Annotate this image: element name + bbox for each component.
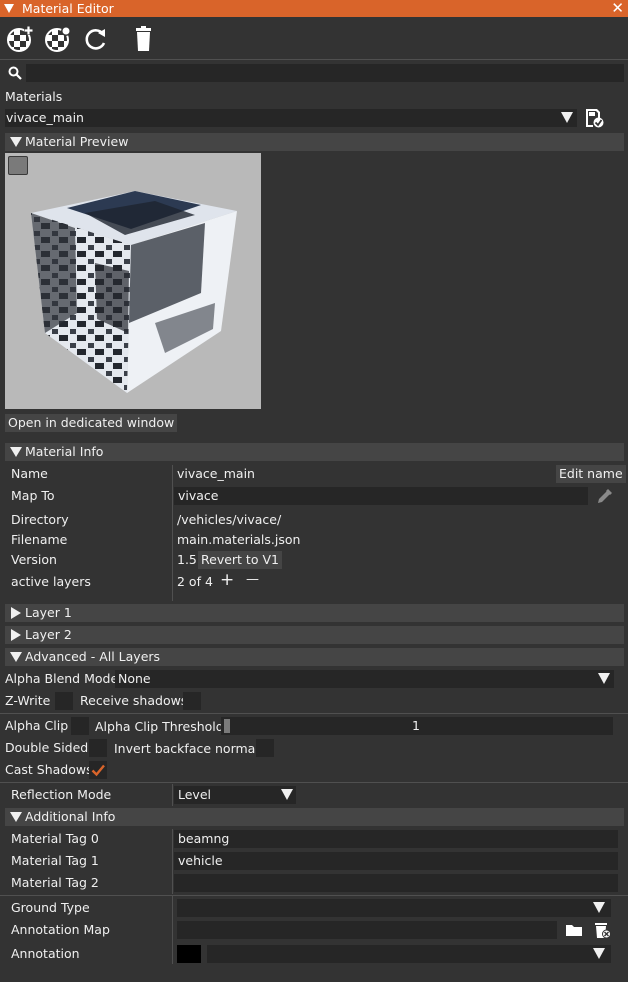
receive-shadows-label: Receive shadows (80, 693, 188, 708)
directory-value: /vehicles/vivace/ (177, 512, 282, 527)
save-file-icon[interactable] (584, 108, 604, 128)
filename-value: main.materials.json (177, 532, 301, 547)
eyedropper-icon[interactable] (596, 487, 614, 505)
materials-dropdown[interactable]: vivace_main (5, 109, 577, 127)
filename-label: Filename (11, 532, 68, 547)
open-dedicated-window-button[interactable]: Open in dedicated window (5, 414, 178, 432)
clone-material-icon[interactable] (44, 25, 72, 53)
zwrite-label: Z-Write (5, 693, 51, 708)
collapse-arrow-icon (10, 812, 22, 822)
alpha-clip-checkbox[interactable] (71, 717, 89, 735)
material-info-header[interactable]: Material Info (5, 443, 624, 461)
map-to-value: vivace (178, 488, 219, 503)
material-preview-header[interactable]: Material Preview (5, 133, 624, 151)
active-layers-value: 2 of 4 (177, 574, 213, 589)
close-icon[interactable]: ✕ (611, 0, 624, 17)
collapse-arrow-icon (10, 137, 22, 147)
chevron-down-icon (593, 902, 605, 913)
invert-backface-checkbox[interactable] (256, 739, 274, 757)
reflection-mode-dropdown[interactable]: Level (174, 786, 296, 804)
invert-backface-label: Invert backface normals (114, 741, 266, 756)
additional-info-title: Additional Info (25, 809, 116, 824)
remove-layer-button[interactable]: — (246, 572, 259, 587)
alpha-clip-threshold-value: 1 (412, 718, 420, 733)
material-tag-0-input[interactable]: beamng (174, 830, 618, 848)
cube-preview (31, 191, 237, 393)
map-to-label: Map To (11, 488, 55, 503)
version-value: 1.5 (177, 552, 197, 567)
double-sided-label: Double Sided (5, 740, 89, 755)
chevron-down-icon (561, 112, 573, 123)
alpha-blend-mode-value: None (118, 671, 151, 686)
material-tag-1-value: vehicle (178, 853, 223, 868)
advanced-header[interactable]: Advanced - All Layers (5, 648, 624, 666)
map-to-input[interactable]: vivace (174, 487, 588, 505)
ground-type-dropdown[interactable] (177, 899, 611, 917)
collapse-window-icon[interactable] (4, 4, 14, 13)
layer-1-header[interactable]: Layer 1 (5, 604, 624, 622)
annotation-dropdown[interactable] (207, 945, 611, 963)
expand-arrow-icon (11, 629, 21, 641)
refresh-icon[interactable] (82, 25, 110, 53)
material-tag-2-input[interactable] (174, 874, 618, 892)
layer-2-header[interactable]: Layer 2 (5, 626, 624, 644)
search-icon (8, 66, 22, 80)
material-preview-title: Material Preview (25, 134, 129, 149)
alpha-clip-label: Alpha Clip (5, 718, 69, 733)
alpha-clip-threshold-slider[interactable]: 1 (221, 717, 613, 735)
double-sided-checkbox[interactable] (89, 739, 107, 757)
window-title: Material Editor (22, 1, 114, 16)
material-tag-2-label: Material Tag 2 (11, 875, 99, 890)
material-preview-image[interactable] (5, 153, 261, 409)
active-layers-label: active layers (11, 574, 91, 589)
annotation-label: Annotation (11, 946, 80, 961)
reflection-mode-value: Level (178, 787, 211, 802)
expand-arrow-icon (11, 607, 21, 619)
search-input[interactable] (26, 64, 624, 82)
folder-icon[interactable] (565, 922, 583, 938)
collapse-arrow-icon (10, 652, 22, 662)
annotation-map-label: Annotation Map (11, 922, 110, 937)
receive-shadows-checkbox[interactable] (183, 692, 201, 710)
layer-1-title: Layer 1 (25, 605, 72, 620)
directory-label: Directory (11, 512, 69, 527)
chevron-down-icon (281, 789, 293, 800)
alpha-clip-threshold-label: Alpha Clip Threshold (95, 719, 224, 734)
alpha-blend-mode-dropdown[interactable]: None (115, 670, 614, 688)
name-label: Name (11, 466, 48, 481)
materials-label: Materials (5, 89, 63, 104)
version-label: Version (11, 552, 57, 567)
material-tag-0-value: beamng (178, 831, 230, 846)
layer-2-title: Layer 2 (25, 627, 72, 642)
slider-handle[interactable] (224, 719, 230, 733)
material-info-title: Material Info (25, 444, 104, 459)
cast-shadows-label: Cast Shadows (5, 762, 93, 777)
chevron-down-icon (598, 673, 610, 684)
add-layer-button[interactable]: + (220, 570, 234, 590)
materials-selected: vivace_main (6, 110, 84, 125)
edit-name-button[interactable]: Edit name (556, 465, 626, 483)
add-material-icon[interactable] (6, 25, 34, 53)
material-tag-1-input[interactable]: vehicle (174, 852, 618, 870)
trash-icon[interactable] (130, 25, 158, 53)
cast-shadows-checkbox[interactable] (89, 761, 107, 779)
chevron-down-icon (593, 948, 605, 959)
annotation-color-swatch[interactable] (177, 945, 201, 963)
reflection-mode-label: Reflection Mode (11, 787, 112, 802)
checkmark-icon (91, 764, 105, 777)
toolbar (0, 17, 628, 59)
clear-map-icon[interactable] (592, 920, 612, 940)
ground-type-label: Ground Type (11, 900, 90, 915)
annotation-map-input[interactable] (177, 921, 557, 939)
additional-info-header[interactable]: Additional Info (5, 808, 624, 826)
material-tag-0-label: Material Tag 0 (11, 831, 99, 846)
collapse-arrow-icon (10, 447, 22, 457)
window-titlebar[interactable]: Material Editor ✕ (0, 0, 628, 17)
name-value: vivace_main (177, 466, 255, 481)
revert-to-v1-button[interactable]: Revert to V1 (198, 551, 282, 569)
zwrite-checkbox[interactable] (55, 692, 73, 710)
alpha-blend-mode-label: Alpha Blend Mode (5, 671, 119, 686)
material-tag-1-label: Material Tag 1 (11, 853, 99, 868)
advanced-title: Advanced - All Layers (25, 649, 161, 664)
